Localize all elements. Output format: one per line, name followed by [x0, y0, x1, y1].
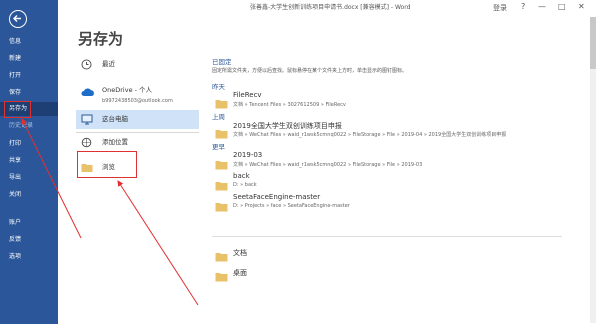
annotation-arrows: [21, 118, 199, 306]
